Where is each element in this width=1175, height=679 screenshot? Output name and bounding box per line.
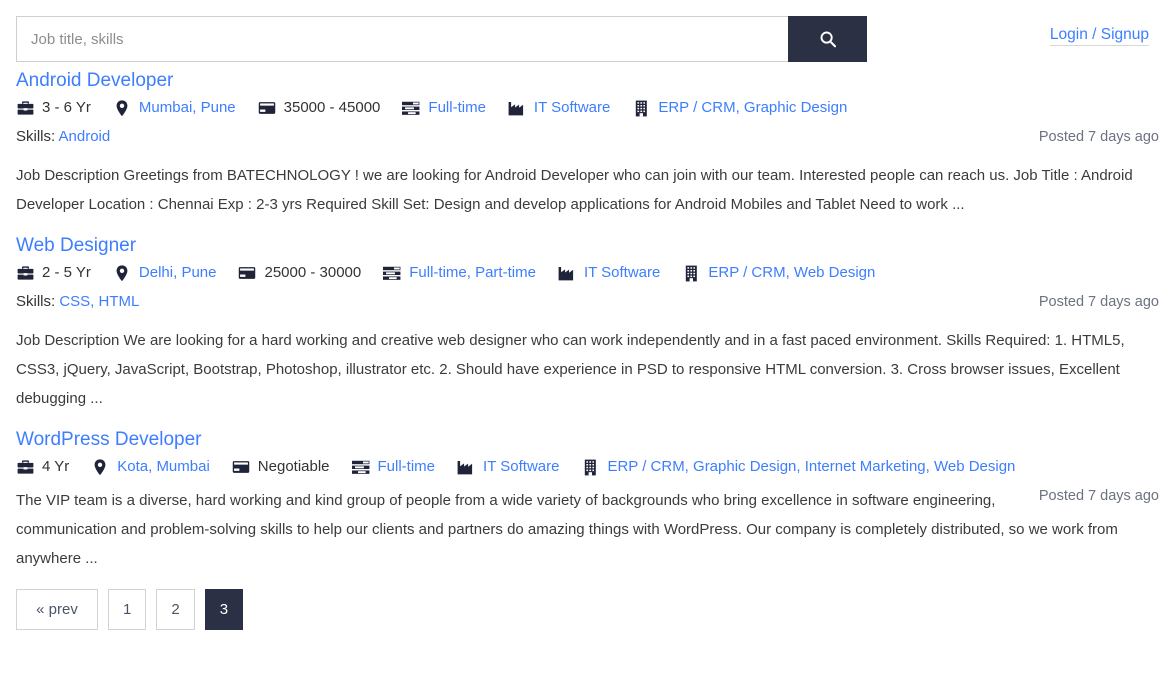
auth-area: Login / Signup (1050, 16, 1159, 44)
pagination: « prev 1 2 3 (16, 589, 1159, 630)
job-location: Delhi, Pune (113, 263, 217, 283)
job-experience-text: 2 - 5 Yr (42, 263, 91, 283)
briefcase-icon (16, 458, 34, 476)
search-input[interactable] (16, 16, 788, 62)
job-location-text[interactable]: Delhi, Pune (139, 263, 217, 283)
job-salary: 25000 - 30000 (238, 263, 361, 283)
job-posted-date: Posted 7 days ago (1039, 292, 1159, 312)
job-card: Android Developer 3 - 6 Yr (16, 70, 1159, 219)
job-description-text: The VIP team is a diverse, hard working … (16, 492, 1118, 567)
job-functional-area-text[interactable]: ERP / CRM, Web Design (708, 263, 875, 283)
job-location: Mumbai, Pune (113, 98, 236, 118)
job-type: Full-time (402, 98, 486, 118)
job-card: WordPress Developer 4 Yr (16, 429, 1159, 573)
map-pin-icon (91, 458, 109, 476)
pagination-prev[interactable]: « prev (16, 589, 98, 630)
skills-label: Skills: (16, 128, 55, 145)
search-bar (16, 16, 867, 62)
job-functional-area-text[interactable]: ERP / CRM, Graphic Design, Internet Mark… (607, 457, 1015, 477)
login-signup-link[interactable]: Login / Signup (1050, 26, 1149, 46)
job-meta-row: 2 - 5 Yr Delhi, Pune (16, 263, 1159, 283)
job-experience-text: 4 Yr (42, 457, 69, 477)
skills-label: Skills: (16, 293, 55, 310)
job-salary-text: 25000 - 30000 (264, 263, 361, 283)
job-industry-text[interactable]: IT Software (584, 263, 660, 283)
job-experience: 3 - 6 Yr (16, 98, 91, 118)
job-experience: 2 - 5 Yr (16, 263, 91, 283)
job-skills-text[interactable]: CSS, HTML (59, 293, 139, 310)
job-skills-row: Posted 7 days ago Skills: Android (16, 127, 1159, 147)
job-description: Posted 7 days ago The VIP team is a dive… (16, 486, 1159, 573)
briefcase-icon (16, 99, 34, 117)
factory-icon (558, 264, 576, 282)
job-title-link[interactable]: WordPress Developer (16, 429, 202, 451)
briefcase-icon (16, 264, 34, 282)
job-type: Full-time, Part-time (383, 263, 536, 283)
building-icon (682, 264, 700, 282)
pagination-page-3[interactable]: 3 (205, 589, 243, 630)
job-functional-area: ERP / CRM, Graphic Design (632, 98, 847, 118)
job-experience-text: 3 - 6 Yr (42, 98, 91, 118)
job-salary: Negotiable (232, 457, 330, 477)
job-skills-row: Posted 7 days ago Skills: CSS, HTML (16, 292, 1159, 312)
credit-card-icon (238, 264, 256, 282)
list-stack-icon (352, 458, 370, 476)
job-meta-row: 3 - 6 Yr Mumbai, Pune (16, 98, 1159, 118)
job-industry: IT Software (558, 263, 660, 283)
job-type-text[interactable]: Full-time, Part-time (409, 263, 536, 283)
job-functional-area-text[interactable]: ERP / CRM, Graphic Design (658, 98, 847, 118)
job-industry-text[interactable]: IT Software (483, 457, 559, 477)
job-industry-text[interactable]: IT Software (534, 98, 610, 118)
search-button[interactable] (788, 16, 867, 62)
job-salary: 35000 - 45000 (258, 98, 381, 118)
job-salary-text: 35000 - 45000 (284, 98, 381, 118)
job-location-text[interactable]: Kota, Mumbai (117, 457, 210, 477)
job-industry: IT Software (457, 457, 559, 477)
credit-card-icon (232, 458, 250, 476)
job-posted-date: Posted 7 days ago (1039, 486, 1159, 506)
list-stack-icon (383, 264, 401, 282)
job-industry: IT Software (508, 98, 610, 118)
job-description: Job Description We are looking for a har… (16, 326, 1159, 413)
job-posted-date: Posted 7 days ago (1039, 127, 1159, 147)
factory-icon (508, 99, 526, 117)
job-type: Full-time (352, 457, 436, 477)
factory-icon (457, 458, 475, 476)
job-title-link[interactable]: Android Developer (16, 70, 173, 92)
list-stack-icon (402, 99, 420, 117)
credit-card-icon (258, 99, 276, 117)
job-card: Web Designer 2 - 5 Yr (16, 235, 1159, 413)
building-icon (632, 99, 650, 117)
job-title-link[interactable]: Web Designer (16, 235, 136, 257)
job-type-text[interactable]: Full-time (428, 98, 486, 118)
job-search-page: Login / Signup Android Developer (0, 0, 1175, 679)
building-icon (581, 458, 599, 476)
job-description: Job Description Greetings from BATECHNOL… (16, 161, 1159, 219)
pagination-page-1[interactable]: 1 (108, 589, 146, 630)
map-pin-icon (113, 99, 131, 117)
top-bar: Login / Signup (16, 0, 1159, 62)
job-skills-text[interactable]: Android (59, 128, 111, 145)
map-pin-icon (113, 264, 131, 282)
job-functional-area: ERP / CRM, Web Design (682, 263, 875, 283)
job-salary-text: Negotiable (258, 457, 330, 477)
job-location-text[interactable]: Mumbai, Pune (139, 98, 236, 118)
job-results-list: Android Developer 3 - 6 Yr (16, 70, 1159, 573)
job-meta-row: 4 Yr Kota, Mumbai (16, 457, 1159, 477)
pagination-page-2[interactable]: 2 (156, 589, 194, 630)
job-type-text[interactable]: Full-time (378, 457, 436, 477)
job-experience: 4 Yr (16, 457, 69, 477)
job-functional-area: ERP / CRM, Graphic Design, Internet Mark… (581, 457, 1015, 477)
job-location: Kota, Mumbai (91, 457, 210, 477)
search-icon (819, 30, 837, 48)
